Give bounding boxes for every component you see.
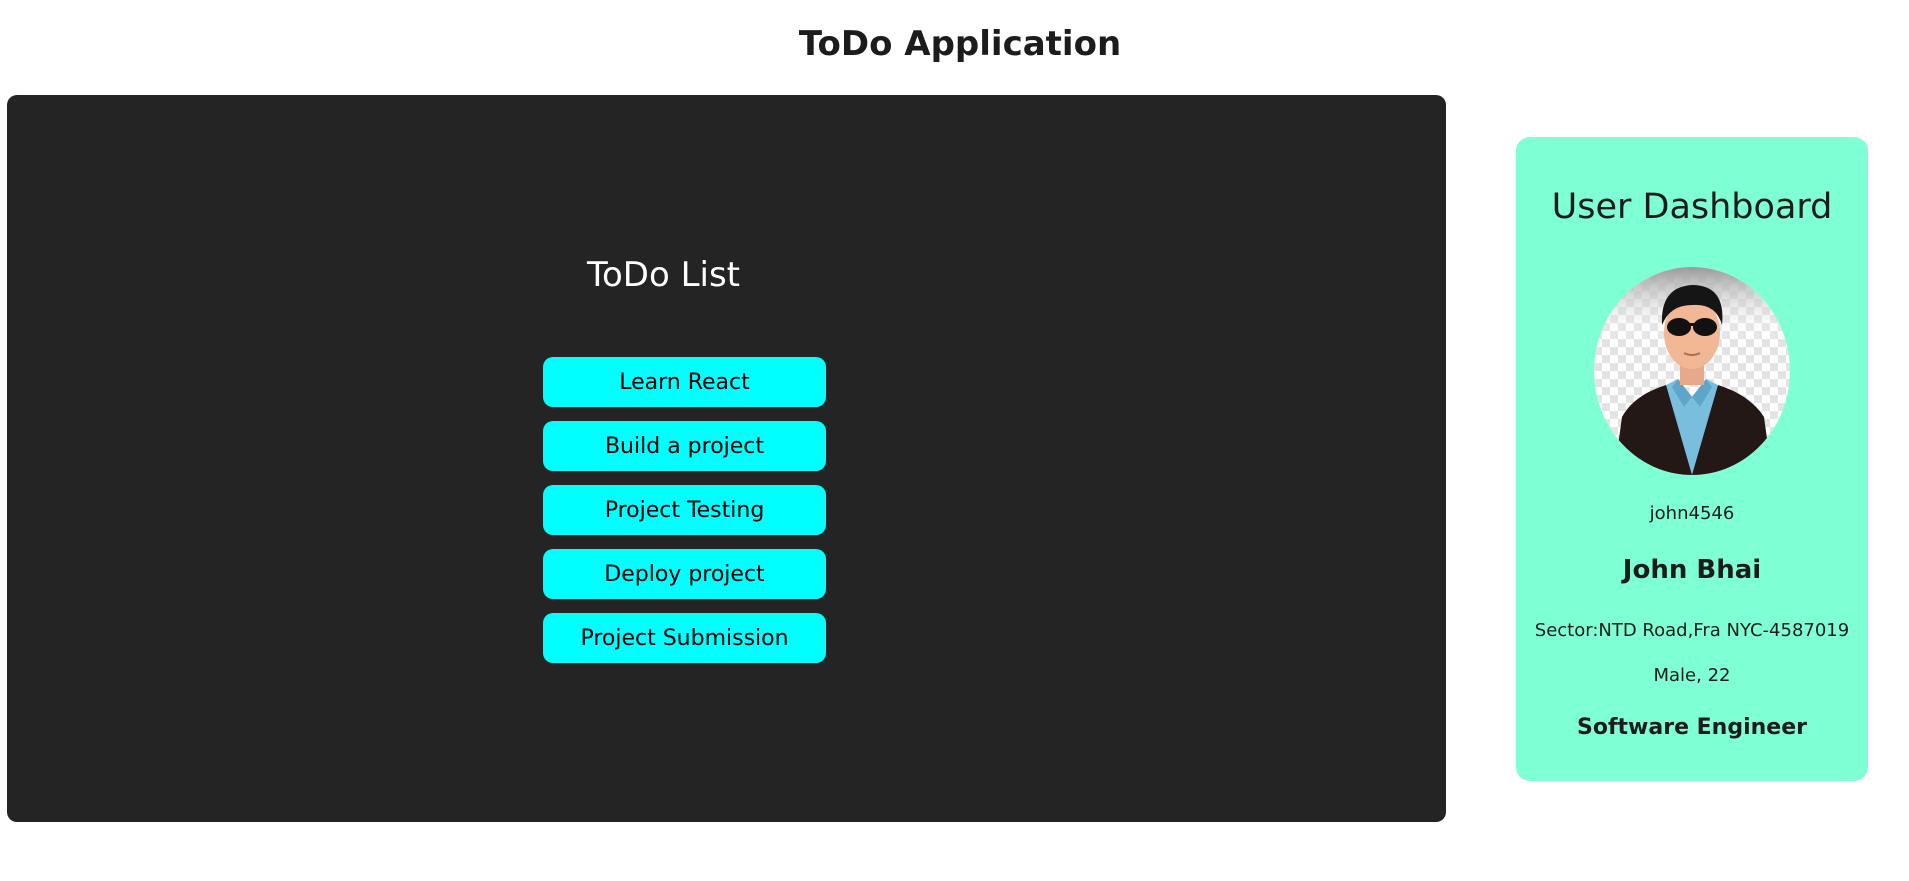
todo-item[interactable]: Deploy project: [543, 549, 826, 599]
app-title: ToDo Application: [798, 24, 1122, 64]
todo-item[interactable]: Project Submission: [543, 613, 826, 663]
user-full-name: John Bhai: [1622, 555, 1762, 585]
user-profession: Software Engineer: [1577, 715, 1807, 740]
user-address: Sector:NTD Road,Fra NYC-4587019: [1534, 620, 1850, 641]
username: john4546: [1649, 503, 1735, 524]
todo-item[interactable]: Build a project: [543, 421, 826, 471]
todo-panel: ToDo List Learn React Build a project Pr…: [7, 95, 1446, 822]
todo-item[interactable]: Project Testing: [543, 485, 826, 535]
user-dashboard-card: User Dashboard john4546 John Bhai Sector…: [1516, 137, 1868, 781]
user-avatar-icon: [1594, 267, 1790, 475]
todo-item[interactable]: Learn React: [543, 357, 826, 407]
user-gender-age: Male, 22: [1653, 665, 1731, 686]
user-dashboard-title: User Dashboard: [1551, 187, 1833, 227]
todo-list-heading: ToDo List: [586, 255, 741, 295]
todo-list: Learn React Build a project Project Test…: [543, 357, 826, 677]
